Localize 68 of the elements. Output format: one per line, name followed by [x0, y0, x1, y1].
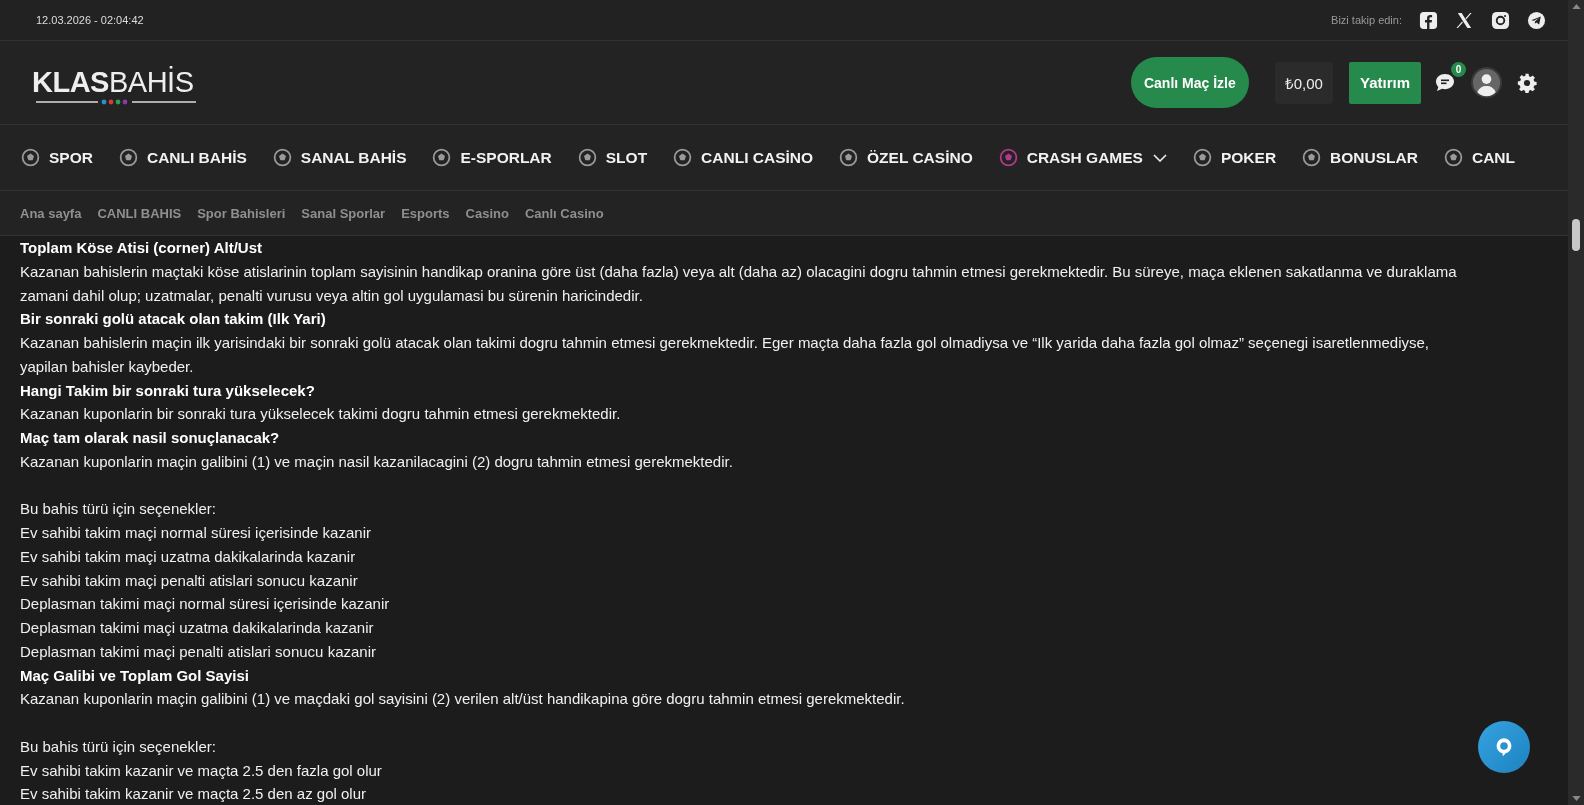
section-heading: Bir sonraki golü atacak olan takim (Ilk Yari) — [20, 309, 327, 330]
scrollbar-thumb[interactable] — [1572, 219, 1580, 251]
scroll-down-icon[interactable] — [1571, 796, 1581, 801]
paragraph-text: Kazanan kuponlarin bir sonraki tura yükselecek takimi dogru tahmin etmesi gerekmektedir. — [20, 404, 622, 425]
date-time: 12.03.2026 - 02:04:42 — [36, 14, 144, 26]
category-icon — [1442, 147, 1464, 168]
nav-menu-item[interactable]: E-SPORLAR — [431, 147, 552, 168]
category-icon — [20, 147, 41, 168]
nav-menu-item[interactable]: POKER — [1191, 147, 1277, 168]
nav-menu-item[interactable]: ÖZEL CASİNO — [838, 147, 973, 168]
section-heading: Toplam Köse Atisi (corner) Alt/Ust — [20, 238, 263, 258]
paragraph-text: Ev sahibi takim kazanir ve maçta 2.5 den fazla gol olur — [20, 760, 383, 781]
instagram-icon[interactable] — [1491, 10, 1510, 30]
section-heading: Hangi Takim bir sonraki tura yükselecek? — [20, 380, 316, 401]
paragraph-text: Ev sahibi takim maçi uzatma dakikalarinda kazanir — [20, 546, 357, 567]
paragraph-text: Ev sahibi takim maçi normal süresi içerisinde kazanir — [20, 523, 372, 543]
category-icon — [1301, 147, 1323, 168]
category-icon — [117, 147, 139, 168]
paragraph-text: Deplasman takimi maçi penalti atislari sonucu kazanir — [20, 641, 377, 662]
paragraph-text: Ev sahibi takim maçi penalti atislari sonucu kazanir — [20, 570, 359, 591]
breadcrumb-link[interactable]: Canlı Casino — [524, 205, 604, 221]
logo[interactable]: KLASBAHİS — [32, 60, 202, 105]
user-avatar-icon[interactable] — [1471, 67, 1502, 98]
nav-menu-item[interactable]: BONUSLAR — [1301, 147, 1418, 168]
follow-label: Bizi takip edin: — [1331, 14, 1402, 26]
caret-icon — [1152, 153, 1167, 162]
live-chat-button[interactable] — [1478, 721, 1530, 773]
breadcrumb-link[interactable]: CANLI BAHIS — [97, 205, 182, 221]
paragraph-text: Kazanan bahislerin maçin ilk yarisindaki bir sonraki golü atacak olan takimi dogru tahmin etmesi gerekmektedir. Eger maçta daha fazla gol olmadiysa ve “Ilk yarida daha fazla gol olmaz” seçenegi isaretlenmediyse, yapilan bahisler kaybeder. — [20, 333, 1431, 377]
paragraph-text: Kazanan kuponlarin maçin galibini (1) ve maçdaki gol sayisini (2) verilen alt/üst handikapina göre dogru tahmin etmesi gerekmektedir. — [20, 689, 906, 710]
paragraph-text: Deplasman takimi maçi uzatma dakikalarinda kazanir — [20, 618, 375, 638]
paragraph-text: Deplasman takimi maçi normal süresi içerisinde kazanir — [20, 594, 391, 615]
deposit-button[interactable]: Yatırım — [1348, 61, 1421, 104]
nav-menu-item[interactable]: CRASH GAMES — [997, 147, 1167, 168]
paragraph-text: Kazanan kuponlarin maçin galibini (1) ve maçin nasil kazanilacagini (2) dogru tahmin etmesi gerekmektedir. — [20, 451, 734, 472]
scrollbar[interactable] — [1568, 0, 1584, 805]
category-icon — [838, 147, 860, 168]
x-icon[interactable] — [1455, 10, 1474, 30]
breadcrumb-link[interactable]: Spor Bahisleri — [197, 205, 286, 221]
section-heading: Maç Galibi ve Toplam Gol Sayisi — [20, 665, 250, 686]
facebook-icon[interactable] — [1419, 10, 1438, 30]
category-icon — [672, 147, 694, 168]
nav-menu-item[interactable]: SANAL BAHİS — [271, 147, 407, 168]
category-icon — [271, 147, 293, 168]
settings-icon[interactable] — [1516, 71, 1538, 94]
paragraph-text: Ev sahibi takim kazanir ve maçta 2.5 den az gol olur — [20, 784, 367, 805]
breadcrumb-link[interactable]: Ana sayfa — [20, 205, 82, 221]
breadcrumb-link[interactable]: Esports — [401, 205, 450, 221]
nav-menu-item[interactable]: SLOT — [576, 147, 648, 168]
category-icon — [1191, 147, 1213, 168]
nav-menu-item[interactable]: CANLI BAHİS — [117, 147, 247, 168]
section-heading: Maç tam olarak nasil sonuçlanacak? — [20, 428, 281, 448]
nav-menu-item[interactable]: CANL — [1442, 147, 1515, 168]
scroll-up-icon[interactable] — [1571, 4, 1581, 9]
category-icon — [576, 147, 598, 168]
category-icon — [997, 147, 1019, 168]
telegram-icon[interactable] — [1527, 10, 1546, 30]
nav-menu-item[interactable]: CANLI CASİNO — [672, 147, 814, 168]
message-count-badge: 0 — [1451, 61, 1466, 77]
breadcrumb-link[interactable]: Sanal Sporlar — [301, 205, 386, 221]
breadcrumb-link[interactable]: Casino — [465, 205, 509, 221]
paragraph-text: Bu bahis türü için seçenekler: — [20, 736, 217, 757]
live-match-button[interactable]: Canlı Maç İzle — [1130, 57, 1249, 108]
nav-menu-item[interactable]: SPOR — [20, 147, 93, 168]
balance-display[interactable]: ₺0,00 — [1274, 61, 1333, 104]
paragraph-text: Bu bahis türü için seçenekler: — [20, 499, 217, 520]
paragraph-text: Kazanan bahislerin maçtaki köse atislarinin toplam sayisinin handikap oranina göre üst (daha fazla) veya alt (daha az) olacagini dogru tahmin etmesi gerekmektedir. Bu süreye, maça eklenen sakatlanma ve duraklama zamani dahil olup; uzatmalar, penalti vurusu veya altin gol uygulamasi bu sürenin haricindedir. — [20, 261, 1458, 306]
category-icon — [431, 147, 453, 168]
